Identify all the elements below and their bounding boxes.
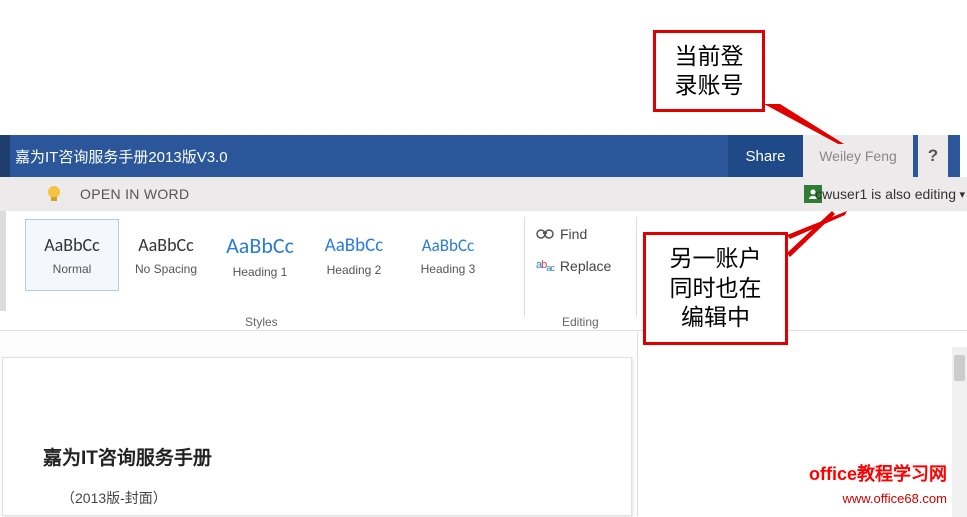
callout-text: 当前登 录账号 (675, 42, 744, 100)
help-icon: ? (928, 146, 938, 166)
doc-subtext: （2013版-封面） (61, 488, 167, 508)
watermark-url: www.office68.com (842, 491, 947, 506)
lightbulb-icon (46, 185, 62, 203)
find-button[interactable]: Find (536, 225, 611, 242)
replace-label: Replace (560, 258, 611, 274)
dropdown-icon[interactable]: ▾ (959, 188, 965, 201)
title-bar-accent (0, 135, 10, 177)
open-in-word-link[interactable]: OPEN IN WORD (80, 186, 189, 202)
document-title: 嘉为IT咨询服务手册2013版V3.0 (15, 146, 228, 167)
style-no-spacing[interactable]: AaBbCc No Spacing (119, 219, 213, 291)
style-label: No Spacing (135, 262, 197, 276)
style-heading-3[interactable]: AaBbCc Heading 3 (401, 219, 495, 291)
style-preview: AaBbCc (325, 234, 384, 257)
replace-button[interactable]: abac Replace (536, 258, 611, 274)
replace-icon: abac (536, 259, 554, 273)
callout-other-editor: 另一账户 同时也在 编辑中 (643, 232, 788, 345)
divider (524, 217, 525, 317)
callout-arrow-icon (764, 104, 844, 144)
help-button[interactable]: ? (918, 135, 948, 177)
info-bar: OPEN IN WORD cwuser1 is also editing ▾ (0, 177, 967, 211)
styles-group-caption: Styles (245, 315, 278, 329)
coauthor-status[interactable]: cwuser1 is also editing (815, 186, 956, 202)
document-page[interactable]: 嘉为IT咨询服务手册 （2013版-封面） (2, 357, 632, 516)
callout-arrow-icon (787, 211, 847, 281)
binoculars-icon (536, 225, 554, 242)
style-heading-1[interactable]: AaBbCc Heading 1 (213, 219, 307, 291)
style-preview: AaBbCc (44, 234, 100, 256)
find-label: Find (560, 226, 587, 242)
style-label: Heading 2 (327, 263, 382, 277)
user-label: Weiley Feng (819, 148, 897, 164)
ribbon-edge (0, 211, 6, 311)
right-pane (638, 332, 967, 516)
callout-current-account: 当前登 录账号 (653, 30, 765, 112)
style-normal[interactable]: AaBbCc Normal (25, 219, 119, 291)
scrollbar[interactable] (952, 347, 967, 517)
scrollbar-thumb[interactable] (954, 355, 965, 381)
style-preview: AaBbCc (226, 232, 294, 259)
style-label: Heading 1 (233, 265, 288, 279)
share-label: Share (745, 148, 785, 165)
styles-gallery: AaBbCc Normal AaBbCc No Spacing AaBbCc H… (25, 219, 495, 291)
callout-text: 另一账户 同时也在 编辑中 (670, 244, 762, 334)
editing-group-caption: Editing (562, 315, 599, 329)
document-canvas[interactable]: 嘉为IT咨询服务手册 （2013版-封面） (0, 332, 637, 516)
divider (636, 217, 637, 317)
doc-heading-text: 嘉为IT咨询服务手册 (43, 443, 212, 470)
style-label: Normal (53, 262, 92, 276)
style-label: Heading 3 (421, 262, 476, 276)
watermark-title: office教程学习网 (809, 460, 947, 486)
editing-group: Find abac Replace (536, 225, 611, 290)
style-heading-2[interactable]: AaBbCc Heading 2 (307, 219, 401, 291)
style-preview: AaBbCc (138, 234, 194, 256)
style-preview: AaBbCc (422, 235, 474, 256)
